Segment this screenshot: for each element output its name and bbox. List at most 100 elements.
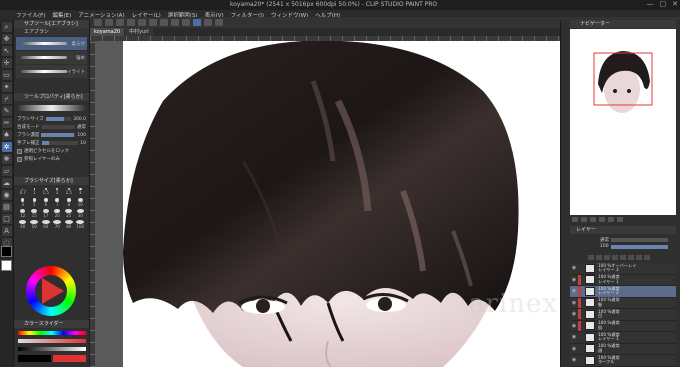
layer-row[interactable]: ◉ 100 %通常 ラーフル: [570, 355, 676, 367]
layer-move-tool-icon[interactable]: ✛: [1, 58, 12, 68]
brush-size-option[interactable]: 15: [30, 209, 40, 218]
text-tool-icon[interactable]: A: [1, 226, 12, 236]
zoom-out-icon[interactable]: [572, 217, 578, 222]
brush-size-option[interactable]: 5: [30, 198, 40, 207]
operation-tool-icon[interactable]: ↖: [1, 46, 12, 56]
snap-ruler-icon[interactable]: [204, 19, 212, 26]
visibility-eye-icon[interactable]: ◉: [570, 334, 578, 340]
eyedropper-tool-icon[interactable]: ⌿: [1, 94, 12, 104]
airbrush-tool-icon[interactable]: ✲: [1, 142, 12, 152]
open-file-icon[interactable]: [105, 19, 113, 26]
mask-icon[interactable]: [636, 254, 642, 260]
maximize-button[interactable]: □: [660, 0, 667, 8]
subtool-item[interactable]: 柔らか: [16, 37, 87, 50]
brush-size-option[interactable]: 1: [30, 187, 40, 196]
layer-row[interactable]: ◉ 100 %通常 レイヤー 1: [570, 274, 676, 286]
menu-file[interactable]: ファイル(F): [16, 11, 45, 19]
minimize-button[interactable]: —: [647, 0, 654, 8]
document-tab[interactable]: 中村yuri: [125, 28, 153, 36]
brush-size-option[interactable]: 20: [53, 209, 63, 218]
save-icon[interactable]: [116, 19, 124, 26]
redo-icon[interactable]: [138, 19, 146, 26]
auto-select-tool-icon[interactable]: ✦: [1, 82, 12, 92]
clear-icon[interactable]: [149, 19, 157, 26]
brush-size-option[interactable]: 6: [41, 198, 51, 207]
fit-icon[interactable]: [590, 217, 596, 222]
brush-size-row[interactable]: ブラシサイズ 300.0: [14, 115, 89, 123]
layer-blend-mode[interactable]: 通常: [600, 237, 609, 243]
zoom-in-icon[interactable]: [581, 217, 587, 222]
sub-color-swatch[interactable]: [1, 260, 12, 271]
brush-size-option[interactable]: 0.7: [18, 187, 28, 196]
brush-size-option[interactable]: 50: [30, 220, 40, 229]
brush-size-option[interactable]: 70: [53, 220, 63, 229]
brush-size-option[interactable]: 30: [76, 209, 86, 218]
lock-layer-icon[interactable]: [628, 254, 634, 260]
layer-row[interactable]: ◉ 100 %通常 レイヤー 2: [570, 286, 676, 298]
selection-tool-icon[interactable]: ▭: [1, 70, 12, 80]
brush-size-slider[interactable]: [45, 117, 72, 121]
invert-selection-icon[interactable]: [182, 19, 190, 26]
brush-size-option[interactable]: 40: [18, 220, 28, 229]
visibility-eye-icon[interactable]: ◉: [570, 277, 578, 283]
visibility-eye-icon[interactable]: ◉: [570, 311, 578, 317]
brush-size-option[interactable]: 2: [53, 187, 63, 196]
blend-mode-row[interactable]: 合成モード 通常: [14, 123, 89, 131]
layer-row[interactable]: ◉ 100 %オーバーレイ レイヤー 3: [570, 263, 676, 275]
layer-row[interactable]: ◉ 100 %通常目: [570, 309, 676, 321]
new-folder-icon[interactable]: [604, 254, 610, 260]
brush-size-option[interactable]: 4: [18, 198, 28, 207]
document-tab[interactable]: koyama20: [90, 28, 125, 36]
rotate-right-icon[interactable]: [608, 217, 614, 222]
layer-opacity-row[interactable]: 100: [570, 243, 676, 250]
lock-transparency-checkbox[interactable]: [17, 148, 22, 154]
lock-transparency-row[interactable]: 透明ピクセルをロック: [14, 147, 89, 155]
new-file-icon[interactable]: [94, 19, 102, 26]
visibility-eye-icon[interactable]: ◉: [570, 288, 578, 294]
brush-size-option[interactable]: 80: [64, 220, 74, 229]
deselect-icon[interactable]: [171, 19, 179, 26]
brush-size-option[interactable]: 8: [64, 198, 74, 207]
brush-size-option[interactable]: 2.5: [64, 187, 74, 196]
layer-row[interactable]: ◉ 100 %通常 レイヤー 1: [570, 332, 676, 344]
visibility-eye-icon[interactable]: ◉: [570, 300, 578, 306]
blend-mode-select[interactable]: [41, 125, 75, 129]
brush-size-option[interactable]: 7: [53, 198, 63, 207]
visibility-eye-icon[interactable]: ◉: [570, 357, 578, 363]
brush-size-option[interactable]: 1.5: [41, 187, 51, 196]
layer-row[interactable]: ◉ 100 %通常髪: [570, 297, 676, 309]
main-color-swatch[interactable]: [1, 246, 12, 257]
stabilization-row[interactable]: 手ブレ補正 10: [14, 139, 89, 147]
subtool-item[interactable]: ハイライト: [16, 65, 87, 78]
menu-edit[interactable]: 編集(E): [52, 11, 71, 19]
figure-tool-icon[interactable]: □: [1, 214, 12, 224]
subtool-item[interactable]: 強め: [16, 51, 87, 64]
layer-row[interactable]: ◉ 100 %通常顔: [570, 343, 676, 355]
pen-tool-icon[interactable]: ✎: [1, 106, 12, 116]
brush-tool-icon[interactable]: ♠: [1, 130, 12, 140]
layer-blend-mode-row[interactable]: 通常: [570, 236, 676, 243]
fill-tool-icon[interactable]: ◉: [1, 190, 12, 200]
reference-layer-icon[interactable]: [620, 254, 626, 260]
brush-size-option[interactable]: 25: [64, 209, 74, 218]
snap-grid-icon[interactable]: [215, 19, 223, 26]
flip-icon[interactable]: [617, 217, 623, 222]
layer-row[interactable]: ◉ 100 %通常肌: [570, 320, 676, 332]
transform-icon[interactable]: [160, 19, 168, 26]
brush-density-row[interactable]: ブラシ濃度 100: [14, 131, 89, 139]
new-vector-layer-icon[interactable]: [596, 254, 602, 260]
visibility-eye-icon[interactable]: ◉: [570, 323, 578, 329]
subtool-group-tab[interactable]: エアブラシ: [14, 28, 89, 36]
color-triangle[interactable]: [42, 278, 64, 304]
new-raster-layer-icon[interactable]: [588, 254, 594, 260]
eraser-tool-icon[interactable]: ▱: [1, 166, 12, 176]
brightness-slider[interactable]: [18, 346, 86, 352]
saturation-slider[interactable]: [18, 338, 86, 344]
move-tool-icon[interactable]: ✥: [1, 34, 12, 44]
visibility-eye-icon[interactable]: ◉: [570, 265, 578, 271]
visibility-eye-icon[interactable]: ◉: [570, 346, 578, 352]
reference-layer-row[interactable]: 参照レイヤーのみ: [14, 155, 89, 163]
clip-layer-icon[interactable]: [612, 254, 618, 260]
brush-size-option[interactable]: 100: [76, 220, 86, 229]
blend-tool-icon[interactable]: ☁: [1, 178, 12, 188]
